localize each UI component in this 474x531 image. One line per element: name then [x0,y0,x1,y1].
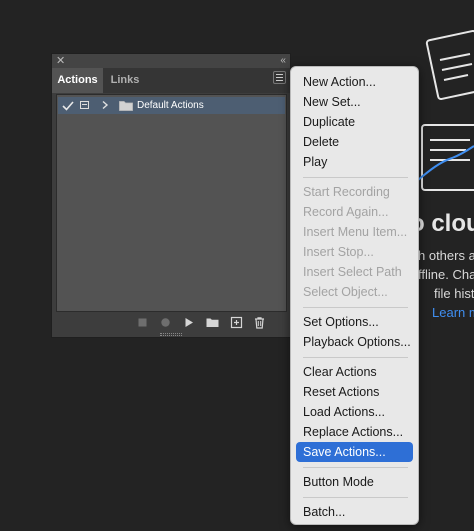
menu-item-replace-actions[interactable]: Replace Actions... [296,422,413,442]
actions-list: Default Actions [56,94,287,312]
actions-panel: ✕ ‹‹ Actions Links Default Actions [51,53,291,338]
toggle-checkmark-icon[interactable] [61,97,75,114]
panel-resize-grip[interactable] [160,333,182,336]
menu-item-reset-actions[interactable]: Reset Actions [296,382,413,402]
panel-tab-bar: Actions Links [52,68,290,93]
menu-separator [303,497,408,498]
new-set-folder-icon[interactable] [206,316,219,329]
menu-item-start-recording: Start Recording [303,185,390,199]
menu-item-delete[interactable]: Delete [296,132,413,152]
tab-actions[interactable]: Actions [52,68,103,93]
learn-more-link[interactable]: Learn m [432,305,474,320]
menu-separator [303,467,408,468]
menu-item-new-set[interactable]: New Set... [296,92,413,112]
menu-item-save-actions[interactable]: Save Actions... [296,442,413,462]
trash-icon[interactable] [253,316,266,329]
menu-item-duplicate[interactable]: Duplicate [296,112,413,132]
new-action-icon[interactable] [230,316,243,329]
menu-item-select-object: Select Object... [303,285,388,299]
actions-flyout-menu: New Action... New Set... Duplicate Delet… [290,66,419,525]
menu-item-insert-menu-item: Insert Menu Item... [303,225,408,239]
panel-close-icon[interactable]: ✕ [56,54,65,68]
panel-toolbar [52,313,290,331]
record-icon[interactable] [159,316,172,329]
panel-collapse-icon[interactable]: ‹‹ [280,54,286,67]
menu-item-insert-stop: Insert Stop... [303,245,374,259]
menu-separator [303,177,408,178]
menu-item-set-options[interactable]: Set Options... [296,312,413,332]
folder-icon [119,101,133,111]
menu-item-batch[interactable]: Batch... [296,502,413,522]
chevron-right-icon[interactable] [100,100,110,110]
cloud-text-line-3: file histo [434,286,474,301]
menu-item-button-mode[interactable]: Button Mode [296,472,413,492]
menu-item-clear-actions[interactable]: Clear Actions [296,362,413,382]
cloud-text-line-2: ffline. Cha [418,267,474,282]
menu-item-new-action[interactable]: New Action... [296,72,413,92]
menu-item-play[interactable]: Play [296,152,413,172]
play-icon[interactable] [182,316,195,329]
cloud-heading-fragment: o clou [410,210,474,237]
panel-title-bar: ✕ ‹‹ [52,54,290,68]
dialog-toggle-icon[interactable] [80,101,89,109]
action-set-row[interactable]: Default Actions [58,97,285,114]
stop-icon[interactable] [136,316,149,329]
menu-separator [303,357,408,358]
menu-item-load-actions[interactable]: Load Actions... [296,402,413,422]
menu-item-record-again: Record Again... [303,205,389,219]
panel-menu-button[interactable] [273,71,286,84]
action-set-label: Default Actions [137,100,204,111]
menu-item-insert-select-path: Insert Select Path [303,265,402,279]
menu-separator [303,307,408,308]
cloud-text-line-1: h others a [418,248,474,263]
tab-links[interactable]: Links [105,68,145,93]
menu-item-playback-options[interactable]: Playback Options... [296,332,413,352]
